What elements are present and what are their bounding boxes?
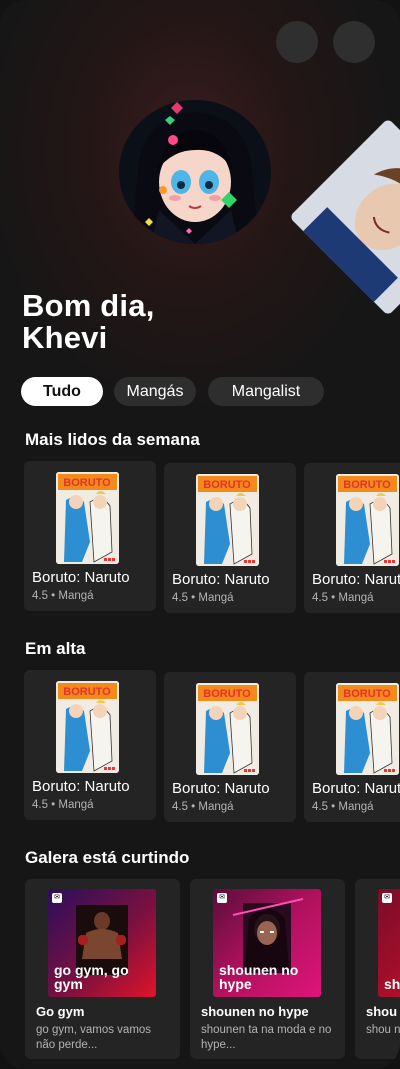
manga-title: Boruto: Naruto — [32, 569, 130, 586]
app-logo-icon: ✉ — [217, 893, 227, 903]
playlist-description: go gym, vamos vamos não perde... — [36, 1024, 152, 1051]
playlist-title: shounen no hype — [201, 1004, 309, 1019]
greeting-name: Khevi — [22, 320, 108, 355]
filter-chip-mangas[interactable]: Mangás — [114, 377, 196, 406]
manga-card[interactable]: BORUTO Boruto: Naruto 4.5 • Mangá — [304, 672, 400, 822]
playlist-card[interactable]: ✉ go gym, go gym Go gym go gym, vamos va… — [25, 879, 180, 1059]
cover-logo-text: BORUTO — [203, 688, 251, 700]
playlist-title: shou — [366, 1004, 398, 1019]
profile-avatar[interactable] — [119, 100, 271, 244]
cover-logo-text: BORUTO — [203, 479, 251, 491]
manga-meta: 4.5 • Mangá — [32, 590, 94, 602]
playlist-cover: ✉ sh — [378, 889, 400, 997]
manga-meta: 4.5 • Mangá — [312, 592, 374, 604]
manga-card[interactable]: BORUTO Boruto: Naruto 4.5 • Mangá — [24, 670, 156, 820]
filter-chip-mangalist[interactable]: Mangalist — [208, 377, 324, 406]
manga-title: Boruto: Naruto — [312, 571, 400, 588]
app-logo-icon: ✉ — [382, 893, 392, 903]
filter-chip-tudo[interactable]: Tudo — [21, 377, 103, 406]
manga-card[interactable]: BORUTO Boruto: Naruto 4.5 • Mangá — [24, 461, 156, 611]
greeting-title: Bom dia, Khevi — [22, 290, 155, 354]
boruto-cover-art: BORUTO — [196, 683, 259, 775]
notifications-button[interactable] — [276, 21, 318, 63]
manga-cover: BORUTO — [56, 472, 119, 564]
settings-button[interactable] — [333, 21, 375, 63]
cover-logo-text: BORUTO — [343, 688, 391, 700]
manga-title: Boruto: Naruto — [172, 571, 270, 588]
boruto-cover-art: BORUTO — [56, 681, 119, 773]
playlist-description: shounen ta na moda e no hype... — [201, 1024, 332, 1051]
playlist-cover-text: shounen no hype — [219, 962, 299, 992]
anime-girl-illustration — [119, 100, 271, 244]
section-title-galera: Galera está curtindo — [25, 848, 190, 867]
manga-card[interactable]: BORUTO Boruto: Naruto 4.5 • Mangá — [164, 672, 296, 822]
manga-cover: BORUTO — [336, 683, 399, 775]
manga-meta: 4.5 • Mangá — [32, 799, 94, 811]
manga-meta: 4.5 • Mangá — [312, 801, 374, 813]
playlist-cover: ✉ shounen no hype — [213, 889, 321, 997]
section-title-em-alta: Em alta — [25, 639, 86, 658]
cover-logo-text: BORUTO — [63, 477, 111, 489]
playlist-title: Go gym — [36, 1004, 85, 1019]
manga-cover: BORUTO — [56, 681, 119, 773]
playlist-cover: ✉ go gym, go gym — [48, 889, 156, 997]
playlist-card[interactable]: ✉ sh shou shou no h — [355, 879, 400, 1059]
greeting-line-1: Bom dia, — [22, 288, 155, 323]
manga-cover: BORUTO — [196, 683, 259, 775]
playlist-cover-text: sh — [384, 976, 400, 992]
cover-logo-text: BORUTO — [63, 686, 111, 698]
home-screen: Bom dia, Khevi Tudo Mangás Mangalist Mai… — [0, 0, 400, 1069]
playlist-card[interactable]: ✉ shounen no hype shounen no hype shoune… — [190, 879, 345, 1059]
manga-title: Boruto: Naruto — [172, 780, 270, 797]
manga-card[interactable]: BORUTO Boruto: Naruto 4.5 • Mangá — [164, 463, 296, 613]
app-logo-icon: ✉ — [52, 893, 62, 903]
cover-logo-text: BORUTO — [343, 479, 391, 491]
boruto-cover-art: BORUTO — [336, 474, 399, 566]
section-title-mais-lidos: Mais lidos da semana — [25, 430, 200, 449]
manga-title: Boruto: Naruto — [312, 780, 400, 797]
manga-meta: 4.5 • Mangá — [172, 592, 234, 604]
manga-cover: BORUTO — [196, 474, 259, 566]
manga-cover: BORUTO — [336, 474, 399, 566]
boruto-cover-art: BORUTO — [56, 472, 119, 564]
manga-title: Boruto: Naruto — [32, 778, 130, 795]
manga-card[interactable]: BORUTO Boruto: Naruto 4.5 • Mangá — [304, 463, 400, 613]
boruto-cover-art: BORUTO — [196, 474, 259, 566]
playlist-cover-text: go gym, go gym — [54, 962, 129, 992]
manga-meta: 4.5 • Mangá — [172, 801, 234, 813]
boruto-cover-art: BORUTO — [336, 683, 399, 775]
playlist-description: shou no h — [366, 1024, 400, 1036]
